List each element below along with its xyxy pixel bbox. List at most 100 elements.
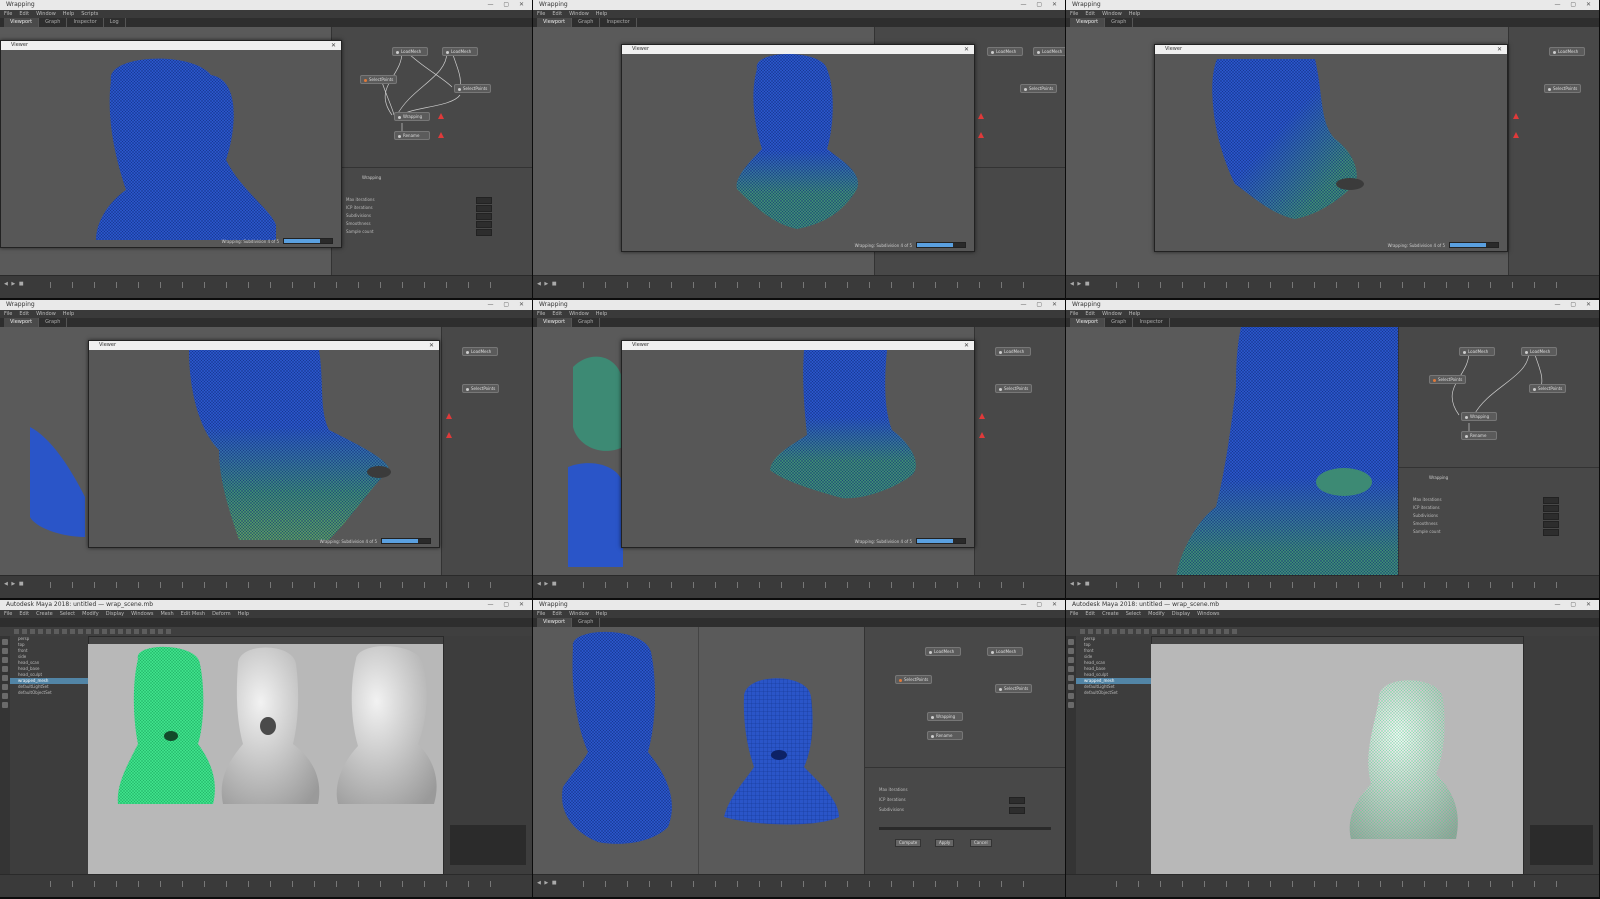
warning-icon: [1513, 132, 1519, 138]
maya-timeline[interactable]: [0, 874, 532, 897]
three-heads-comparison: [117, 646, 437, 804]
viewer-dialog: Viewer ✕ Wrapping: Subdivision 4 of 5: [88, 340, 440, 548]
face-closeup-mesh: [1176, 327, 1399, 576]
tab-bar: Viewport Graph Inspector Log: [0, 18, 532, 27]
attr-row: Max iterations: [346, 197, 492, 204]
tab-bar: Viewport Graph: [1066, 18, 1599, 27]
node-rename[interactable]: Rename: [394, 131, 430, 140]
neck-underside-mesh: [770, 350, 916, 499]
node-selectpoints-b[interactable]: SelectPoints: [454, 84, 492, 93]
viewer-dialog: Viewer ✕ Wrapping: Subdivision 4 of 5: [1154, 44, 1508, 252]
maya-menu-bar: File Edit Create Select Modify Display Windows…: [0, 610, 532, 618]
menu-bar: File Edit Window Help: [533, 10, 1065, 18]
close-icon[interactable]: ✕: [1497, 45, 1502, 54]
tab-log[interactable]: Log: [104, 18, 126, 27]
panel-divider: [332, 167, 532, 168]
viewer-dialog: Viewer ✕ Wrapping: Subdivision 4 of 5: [621, 340, 975, 548]
maya-outliner[interactable]: persp top front side head_scan head_base…: [10, 636, 89, 875]
viewer-dialog: Viewer ✕ Wrapping: Subdivision 4 of 5: [0, 40, 342, 248]
warning-icon: [438, 113, 444, 119]
main-viewport[interactable]: [1066, 327, 1399, 576]
maya-viewport[interactable]: [1151, 644, 1524, 875]
warning-icon: [979, 432, 985, 438]
tab-inspector[interactable]: Inspector: [67, 18, 104, 27]
node-selectpoints-a[interactable]: SelectPoints: [360, 75, 398, 84]
node-loadmesh-b[interactable]: LoadMesh: [442, 47, 478, 56]
warning-icon: [438, 132, 444, 138]
viewer-dialog-title: Viewer ✕: [1, 41, 341, 50]
window-title-bar: Wrapping — ▢ ✕: [0, 0, 532, 10]
window-controls[interactable]: — ▢ ✕: [487, 0, 528, 10]
menu-window[interactable]: Window: [36, 11, 56, 17]
viewer-canvas[interactable]: Wrapping: Subdivision 4 of 5: [622, 54, 974, 251]
maya-channel-box[interactable]: [443, 636, 532, 875]
timeline[interactable]: ◀ ▶ ■: [0, 275, 532, 298]
viewer-canvas[interactable]: Wrapping: Subdivision 4 of 5: [622, 350, 974, 547]
tutorial-screenshot-grid: Wrapping — ▢ ✕ File Edit Window Help Scripts …: [0, 0, 1600, 899]
attr-row: Sample count: [346, 229, 492, 236]
menu-bar: File Edit Window Help: [1066, 10, 1599, 18]
viewport-right[interactable]: [699, 627, 864, 875]
maya-outliner[interactable]: persp top front side head_scan head_base…: [1076, 636, 1152, 875]
wrap-progress-bar: [916, 242, 966, 248]
tab-graph[interactable]: Graph: [39, 18, 68, 27]
maya-toolbox[interactable]: [0, 636, 10, 875]
attr-row: Subdivisions: [346, 213, 492, 220]
background-mesh: [568, 356, 623, 567]
apply-button[interactable]: Apply: [935, 839, 955, 847]
close-icon[interactable]: ✕: [429, 341, 434, 350]
inspector-title: Wrapping: [362, 175, 382, 180]
menu-bar: File Edit Window Help Scripts: [0, 10, 532, 18]
menu-edit[interactable]: Edit: [19, 11, 29, 17]
node-graph-wires: [381, 51, 461, 133]
viewer-canvas[interactable]: Wrapping: Subdivision 4 of 5: [89, 350, 439, 547]
viewer-canvas[interactable]: Wrapping: Subdivision 4 of 5: [1, 50, 341, 247]
menu-scripts[interactable]: Scripts: [81, 11, 98, 17]
node-graph-panel: LoadMesh LoadMesh SelectPoints SelectPoi…: [1398, 327, 1599, 576]
warning-icon: [979, 413, 985, 419]
maya-channel-box[interactable]: [1523, 636, 1599, 875]
panel-8-wrap-compare: Wrapping — ▢ ✕ File Edit Window Help Viewpor…: [533, 600, 1066, 899]
node-graph-wires: [1451, 351, 1543, 433]
cancel-button[interactable]: Cancel: [970, 839, 992, 847]
attr-row: ICP iterations: [346, 205, 492, 212]
maya-toolbox[interactable]: [1066, 636, 1076, 875]
wrap-status: Wrapping: Subdivision 4 of 5: [222, 237, 333, 245]
node-graph-panel: LoadMesh SelectPoints: [1508, 27, 1599, 276]
window-title: Wrapping: [6, 1, 35, 8]
head-neck-closeup: [189, 350, 391, 540]
maya-viewport[interactable]: [88, 644, 444, 875]
node-loadmesh-a[interactable]: LoadMesh: [392, 47, 428, 56]
compute-button[interactable]: Compute: [895, 839, 922, 847]
menu-help[interactable]: Help: [63, 11, 74, 17]
node-wrapping[interactable]: Wrapping: [394, 112, 430, 121]
tab-viewport[interactable]: Viewport: [4, 18, 40, 27]
window-controls[interactable]: — ▢ ✕: [1020, 0, 1061, 10]
panel-9-maya-result: Autodesk Maya 2018: untitled — wrap_scen…: [1066, 600, 1600, 899]
close-icon[interactable]: ✕: [331, 41, 336, 50]
playback-controls[interactable]: ◀ ▶ ■: [4, 281, 25, 287]
background-mesh: [30, 427, 85, 537]
wrap-status: Wrapping: Subdivision 4 of 5: [1388, 241, 1499, 249]
window-title-bar: Wrapping — ▢ ✕: [533, 0, 1065, 10]
tab-bar: Viewport Graph Inspector: [533, 18, 1065, 27]
node-graph-panel: LoadMesh LoadMesh SelectPoints SelectPoi…: [331, 27, 532, 276]
close-icon[interactable]: ✕: [964, 341, 969, 350]
timeline[interactable]: ◀ ▶ ■: [533, 275, 1065, 298]
base-head-mesh: [724, 678, 839, 825]
maya-title-bar: Autodesk Maya 2018: untitled — wrap_scen…: [0, 600, 532, 610]
time-ruler[interactable]: [50, 282, 502, 288]
warning-icon: [1513, 113, 1519, 119]
window-title-bar: Wrapping — ▢ ✕: [1066, 0, 1599, 10]
panel-4-wrap-viewer: Wrapping — ▢ ✕ File Edit Window Help Viewpor…: [0, 300, 533, 600]
attr-row: Smoothness: [346, 221, 492, 228]
node-graph-panel: LoadMesh LoadMesh SelectPoints SelectPoi…: [864, 627, 1065, 875]
viewport-left[interactable]: [533, 627, 698, 875]
menu-file[interactable]: File: [4, 11, 12, 17]
timeline[interactable]: ◀ ▶ ■: [1066, 275, 1599, 298]
close-icon[interactable]: ✕: [964, 45, 969, 54]
wrapped-head-result: [1349, 680, 1458, 839]
viewer-canvas[interactable]: Wrapping: Subdivision 4 of 5: [1155, 54, 1507, 251]
panel-7-maya-scene: Autodesk Maya 2018: untitled — wrap_scen…: [0, 600, 533, 899]
head-mesh-blue-green: [736, 54, 858, 229]
